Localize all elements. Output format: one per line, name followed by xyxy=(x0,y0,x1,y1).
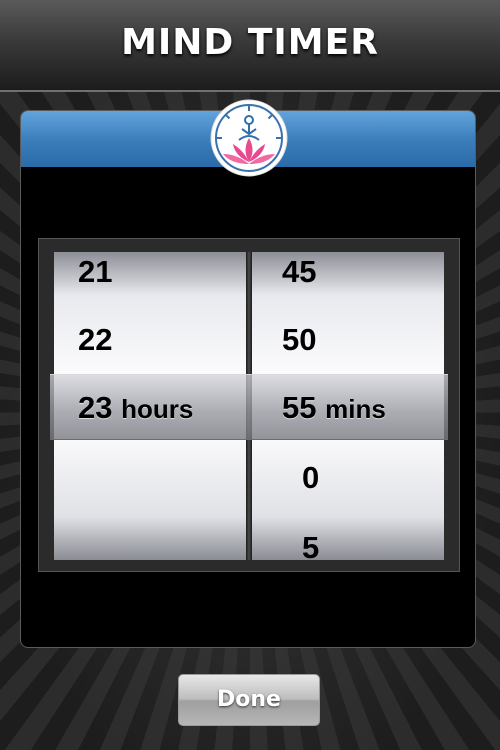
selected-hours-value: 23 xyxy=(78,390,113,425)
selected-minutes-value: 55 xyxy=(282,390,317,425)
hours-option[interactable]: 22 xyxy=(78,322,112,358)
meditation-lotus-clock-icon xyxy=(210,99,288,177)
done-button[interactable]: Done xyxy=(178,674,320,726)
selected-hours[interactable]: 23 hours xyxy=(78,390,193,426)
minutes-option[interactable]: 45 xyxy=(282,254,316,290)
selected-minutes[interactable]: 55 mins xyxy=(282,390,386,426)
title-bar: MIND TIMER xyxy=(0,0,500,92)
minutes-option[interactable]: 50 xyxy=(282,322,316,358)
app-title: MIND TIMER xyxy=(121,22,379,63)
hours-option[interactable]: 21 xyxy=(78,254,112,290)
minutes-option[interactable]: 0 xyxy=(302,460,319,496)
minutes-unit-label: mins xyxy=(325,394,386,424)
minutes-option[interactable]: 5 xyxy=(302,530,319,566)
hours-unit-label: hours xyxy=(121,394,194,424)
